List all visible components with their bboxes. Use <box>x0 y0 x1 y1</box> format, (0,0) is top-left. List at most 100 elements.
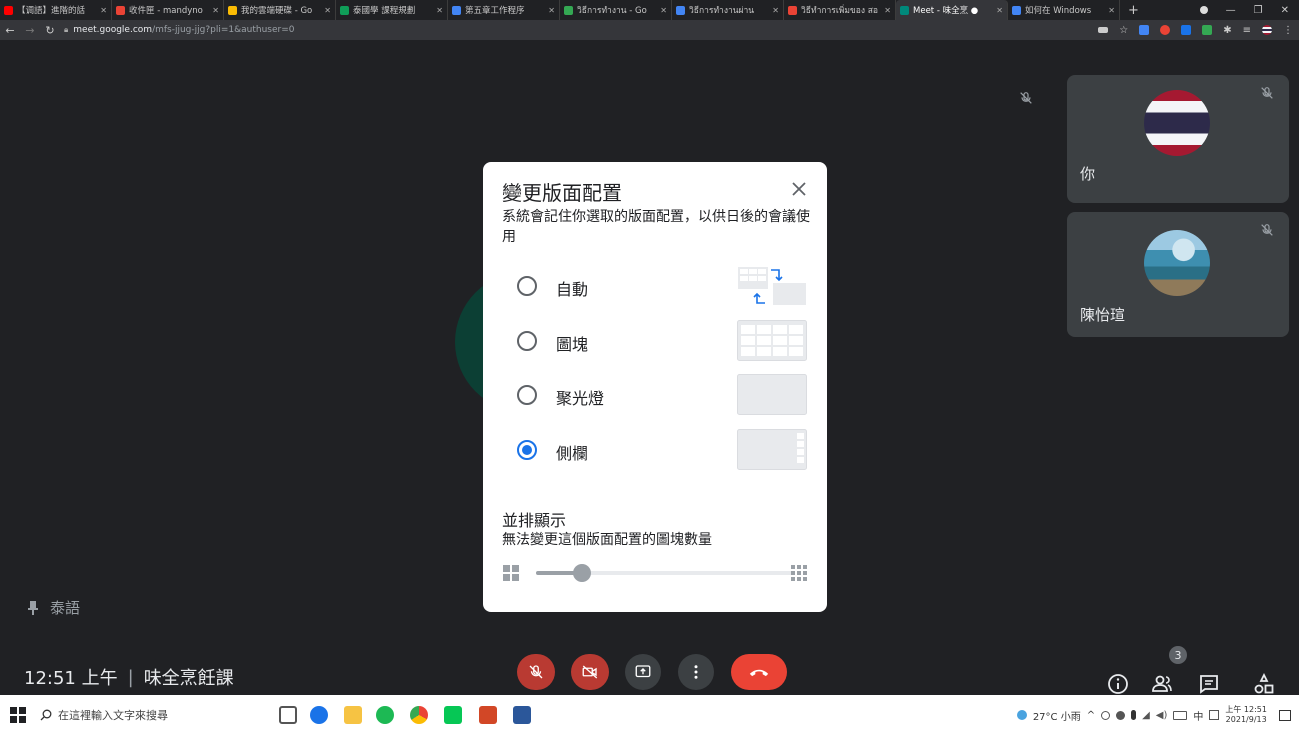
microphone-icon[interactable] <box>1131 710 1137 720</box>
slider-thumb[interactable] <box>573 564 592 582</box>
profile-flag-icon[interactable] <box>1262 25 1272 35</box>
layout-option-sidebar[interactable]: 側欄 <box>483 428 827 472</box>
tab-favicon-icon <box>340 5 349 15</box>
new-tab-button[interactable]: + <box>1120 3 1147 18</box>
layout-option-tiled[interactable]: 圖塊 <box>483 319 827 363</box>
weather-text[interactable]: 27°C 小雨 <box>1033 708 1081 723</box>
browser-tab[interactable]: 第五章工作程序 ✕ <box>448 0 560 20</box>
camera-extension-icon[interactable] <box>1098 27 1109 33</box>
mic-off-icon <box>1020 92 1032 104</box>
tab-close-icon[interactable]: ✕ <box>100 6 107 15</box>
extension-icon[interactable] <box>1202 25 1213 35</box>
tab-close-icon[interactable]: ✕ <box>660 6 667 15</box>
minimize-icon[interactable]: — <box>1226 5 1236 16</box>
task-view-icon[interactable] <box>279 706 297 724</box>
extension-icon[interactable] <box>1139 25 1150 35</box>
back-icon[interactable]: ← <box>0 24 20 37</box>
tab-title: 第五章工作程序 <box>465 6 525 16</box>
tab-close-icon[interactable]: ✕ <box>1108 6 1115 15</box>
close-icon[interactable] <box>790 180 808 198</box>
tab-close-icon[interactable]: ✕ <box>212 6 219 15</box>
present-button[interactable] <box>625 654 661 690</box>
browser-tab[interactable]: 【调語】進階的話 ✕ <box>0 0 112 20</box>
chrome-icon[interactable] <box>410 706 428 724</box>
more-options-button[interactable] <box>678 654 714 690</box>
tray-app-icon[interactable] <box>1116 710 1126 720</box>
end-call-button[interactable] <box>731 654 787 690</box>
participant-tile[interactable]: 陳怡瑄 <box>1067 212 1289 337</box>
radio-button[interactable] <box>517 276 537 296</box>
tab-close-icon[interactable]: ✕ <box>996 6 1003 15</box>
mic-toggle-button[interactable] <box>517 654 555 690</box>
people-icon[interactable] <box>1150 672 1174 695</box>
browser-tab[interactable]: วิธีการทำงานผ่าน ✕ <box>672 0 784 20</box>
adblock-icon[interactable] <box>1160 25 1171 35</box>
notification-icon[interactable] <box>1279 709 1291 721</box>
pinned-label: 泰語 <box>26 597 80 618</box>
menu-icon[interactable]: ⋮ <box>1283 25 1293 36</box>
tray-app-icon[interactable] <box>1101 710 1111 720</box>
info-icon[interactable] <box>1106 672 1130 695</box>
radio-button-selected[interactable] <box>517 440 537 460</box>
layout-option-spotlight[interactable]: 聚光燈 <box>483 373 827 417</box>
url-host: meet.google.com <box>73 25 153 35</box>
reading-list-icon[interactable]: ≡ <box>1243 25 1251 36</box>
word-icon[interactable] <box>513 706 531 724</box>
profile-icon[interactable] <box>1199 6 1208 14</box>
tab-close-icon[interactable]: ✕ <box>772 6 779 15</box>
file-explorer-icon[interactable] <box>344 706 362 724</box>
browser-tab[interactable]: วิธีทำการเพิ่มของ สอ ✕ <box>784 0 896 20</box>
line-icon[interactable] <box>444 706 462 724</box>
tab-favicon-icon <box>564 5 573 15</box>
browser-tab[interactable]: Meet - 味全烹 ● ✕ <box>896 0 1008 20</box>
taskbar-search[interactable]: 在這裡輸入文字來搜尋 <box>40 703 240 727</box>
tab-favicon-icon <box>1012 5 1021 15</box>
ime-mode-icon[interactable] <box>1209 710 1220 720</box>
tile-count-slider[interactable] <box>536 564 794 582</box>
radio-button[interactable] <box>517 385 537 405</box>
chat-icon[interactable] <box>1197 672 1221 695</box>
tab-close-icon[interactable]: ✕ <box>548 6 555 15</box>
browser-tab[interactable]: วิธีการทำงาน - Go ✕ <box>560 0 672 20</box>
tab-close-icon[interactable]: ✕ <box>884 6 891 15</box>
layout-option-auto[interactable]: 自動 <box>483 264 827 308</box>
extension-icon[interactable] <box>1181 25 1192 35</box>
option-label: 圖塊 <box>556 335 589 354</box>
forward-icon[interactable]: → <box>20 24 40 37</box>
ime-indicator[interactable]: 中 <box>1193 708 1203 723</box>
weather-icon <box>1016 710 1027 720</box>
chevron-up-icon[interactable]: ^ <box>1087 710 1095 721</box>
activities-icon[interactable] <box>1252 672 1276 695</box>
mic-off-icon <box>1261 224 1273 236</box>
option-label: 自動 <box>556 280 589 299</box>
tiled-layout-icon <box>737 320 807 361</box>
restore-icon[interactable]: ❐ <box>1254 5 1263 16</box>
bookmark-star-icon[interactable]: ☆ <box>1119 25 1128 36</box>
spotify-icon[interactable] <box>376 706 394 724</box>
edge-icon[interactable] <box>310 706 328 724</box>
tab-close-icon[interactable]: ✕ <box>436 6 443 15</box>
tab-close-icon[interactable]: ✕ <box>324 6 331 15</box>
browser-tab[interactable]: 如何在 Windows ✕ <box>1008 0 1120 20</box>
taskbar-clock[interactable]: 上午 12:51 2021/9/13 <box>1225 705 1267 725</box>
network-icon[interactable]: ◢ <box>1142 710 1150 721</box>
window-controls: — ❐ ✕ <box>1199 0 1299 20</box>
browser-tab[interactable]: 泰國學 課程規劃 ✕ <box>336 0 448 20</box>
powerpoint-icon[interactable] <box>479 706 497 724</box>
auto-layout-icon <box>738 267 806 305</box>
radio-button[interactable] <box>517 331 537 351</box>
browser-tab[interactable]: 收件匣 - mandyno ✕ <box>112 0 224 20</box>
close-window-icon[interactable]: ✕ <box>1281 5 1289 16</box>
camera-toggle-button[interactable] <box>571 654 609 690</box>
keyboard-icon[interactable] <box>1173 710 1188 720</box>
tab-title: วิธีทำการเพิ่มของ สอ <box>801 6 878 16</box>
reload-icon[interactable]: ↻ <box>40 24 60 37</box>
people-count-badge: 3 <box>1169 646 1187 664</box>
url-field[interactable]: 🔒︎ meet.google.com /mfs-jjug-jjg?pli=1&a… <box>64 25 294 35</box>
browser-tab[interactable]: 我的雲端硬碟 - Go ✕ <box>224 0 336 20</box>
puzzle-icon[interactable]: ✱ <box>1223 25 1231 36</box>
volume-icon[interactable]: ◀) <box>1156 710 1168 721</box>
tab-favicon-icon <box>228 5 237 15</box>
participant-tile-self[interactable]: 你 <box>1067 75 1289 203</box>
windows-start-icon[interactable] <box>10 707 26 723</box>
